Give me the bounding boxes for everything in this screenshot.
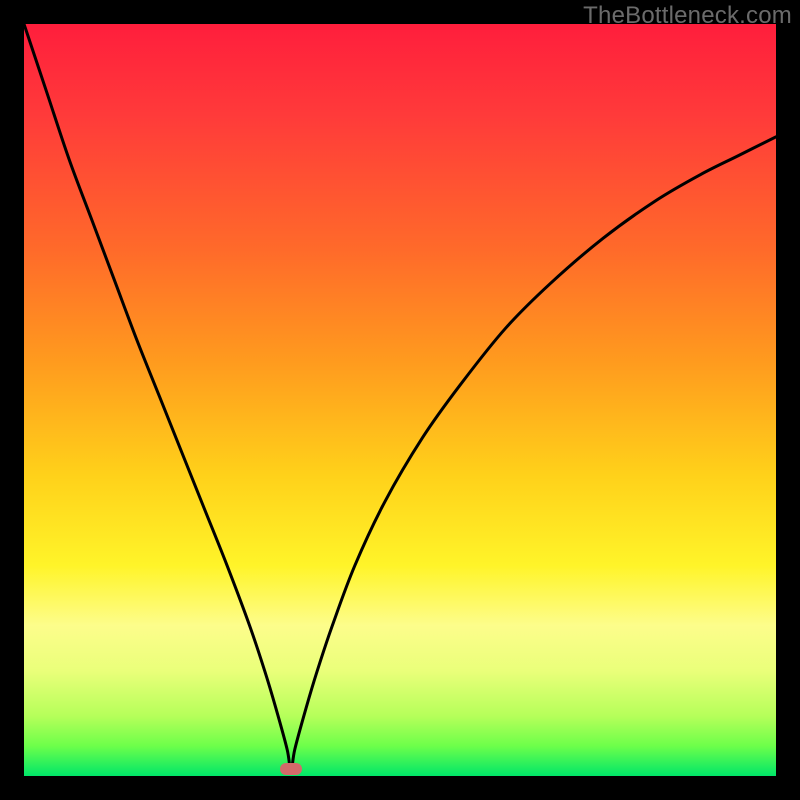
watermark-text: TheBottleneck.com: [583, 2, 792, 30]
curve-layer: [24, 24, 776, 776]
plot-area: [24, 24, 776, 776]
chart-container: TheBottleneck.com: [0, 0, 800, 800]
bottleneck-curve: [24, 24, 776, 772]
optimum-marker: [280, 763, 302, 775]
